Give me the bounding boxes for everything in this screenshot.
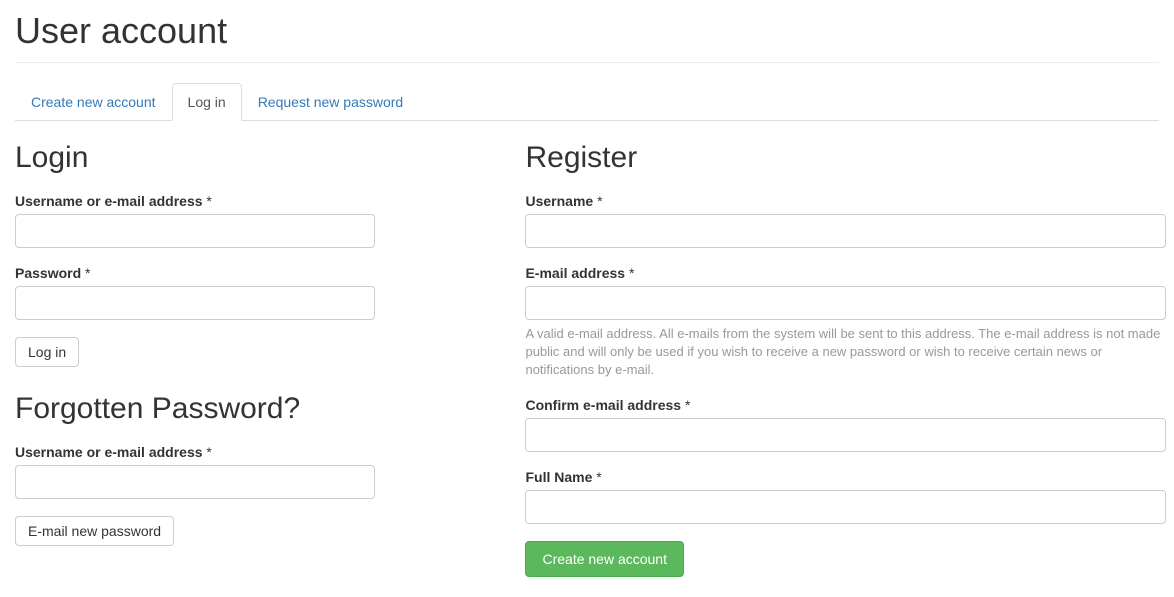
login-username-input[interactable]: [15, 214, 375, 248]
register-email-help: A valid e-mail address. All e-mails from…: [525, 325, 1166, 380]
tab-log-in[interactable]: Log in: [172, 83, 242, 121]
tabs-nav: Create new account Log in Request new pa…: [15, 83, 1159, 121]
tab-request-password[interactable]: Request new password: [242, 83, 420, 121]
tab-request-password-link[interactable]: Request new password: [242, 83, 420, 121]
forgotten-username-input[interactable]: [15, 465, 375, 499]
tab-create-account[interactable]: Create new account: [15, 83, 172, 121]
register-fullname-input[interactable]: [525, 490, 1166, 524]
login-password-input[interactable]: [15, 286, 375, 320]
tab-create-account-link[interactable]: Create new account: [15, 83, 172, 121]
tab-log-in-link[interactable]: Log in: [172, 83, 242, 121]
register-heading: Register: [525, 141, 1166, 175]
login-heading: Login: [15, 141, 495, 175]
forgotten-heading: Forgotten Password?: [15, 392, 495, 426]
register-email-input[interactable]: [525, 286, 1166, 320]
page-title: User account: [15, 10, 1159, 63]
register-username-label: Username *: [525, 193, 602, 209]
register-username-input[interactable]: [525, 214, 1166, 248]
login-username-label: Username or e-mail address *: [15, 193, 212, 209]
register-confirm-email-label: Confirm e-mail address *: [525, 397, 690, 413]
login-submit-button[interactable]: Log in: [15, 337, 79, 367]
forgotten-username-label: Username or e-mail address *: [15, 444, 212, 460]
register-fullname-label: Full Name *: [525, 469, 601, 485]
forgotten-submit-button[interactable]: E-mail new password: [15, 516, 174, 546]
login-password-label: Password *: [15, 265, 90, 281]
register-confirm-email-input[interactable]: [525, 418, 1166, 452]
register-submit-button[interactable]: Create new account: [525, 541, 684, 577]
register-email-label: E-mail address *: [525, 265, 634, 281]
